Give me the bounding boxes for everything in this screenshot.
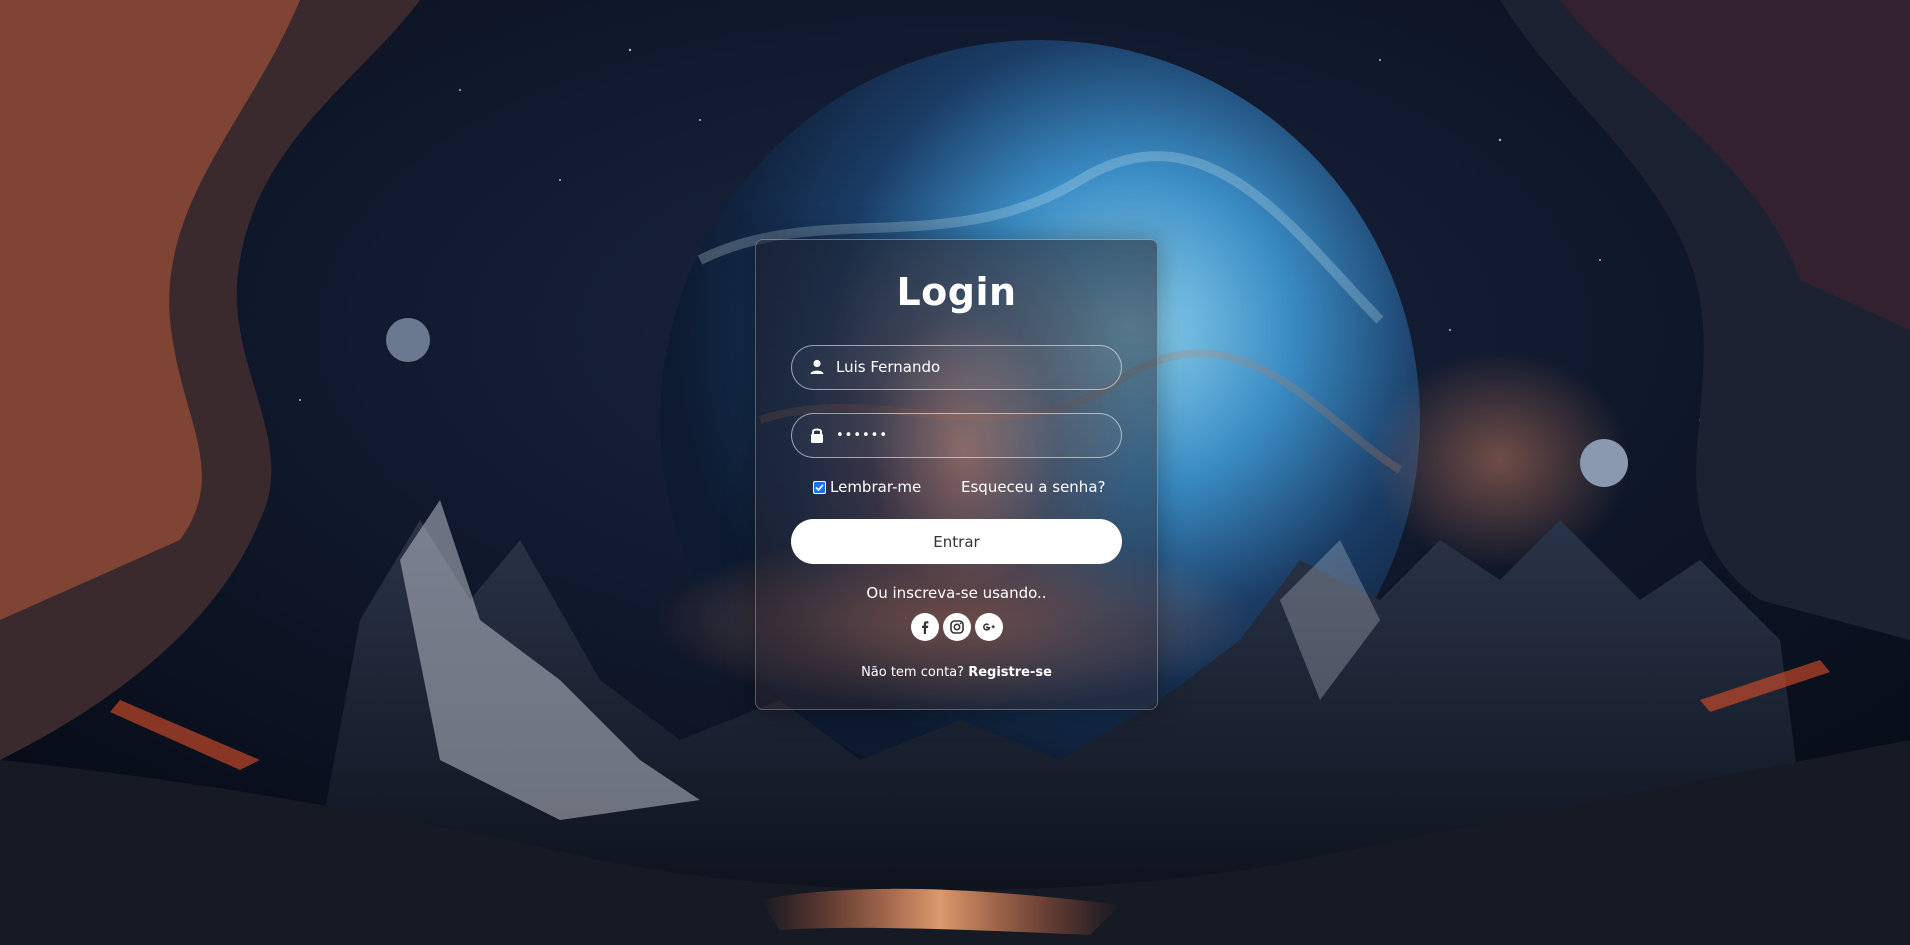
- facebook-button[interactable]: [910, 613, 939, 641]
- login-title: Login: [896, 270, 1017, 314]
- remember-checkbox[interactable]: [813, 480, 826, 494]
- instagram-icon: [949, 620, 964, 634]
- instagram-button[interactable]: [942, 613, 971, 641]
- google-plus-button[interactable]: [974, 613, 1003, 641]
- username-field[interactable]: [791, 345, 1122, 390]
- checkmark-icon: [815, 483, 824, 491]
- social-buttons: [756, 613, 1157, 641]
- user-icon: [810, 359, 824, 374]
- login-page: Login Lembrar-me: [0, 0, 1910, 945]
- no-account-text: Não tem conta?: [861, 665, 965, 680]
- login-button[interactable]: Entrar: [791, 519, 1122, 564]
- login-card: Login Lembrar-me: [755, 239, 1158, 710]
- login-options: Lembrar-me Esqueceu a senha?: [756, 478, 1157, 498]
- password-field[interactable]: [791, 413, 1122, 458]
- social-signup-text: Ou inscreva-se usando..: [866, 584, 1047, 602]
- register-row: Não tem conta? Registre-se: [756, 665, 1157, 680]
- google-plus-icon: [982, 623, 995, 631]
- password-input[interactable]: [836, 414, 1106, 456]
- username-input[interactable]: [836, 346, 1106, 388]
- lock-icon: [811, 428, 823, 443]
- remember-label: Lembrar-me: [830, 478, 922, 496]
- remember-me[interactable]: Lembrar-me: [813, 478, 921, 496]
- forgot-password-link[interactable]: Esqueceu a senha?: [961, 478, 1105, 496]
- register-link[interactable]: Registre-se: [968, 665, 1052, 680]
- facebook-icon: [921, 621, 928, 634]
